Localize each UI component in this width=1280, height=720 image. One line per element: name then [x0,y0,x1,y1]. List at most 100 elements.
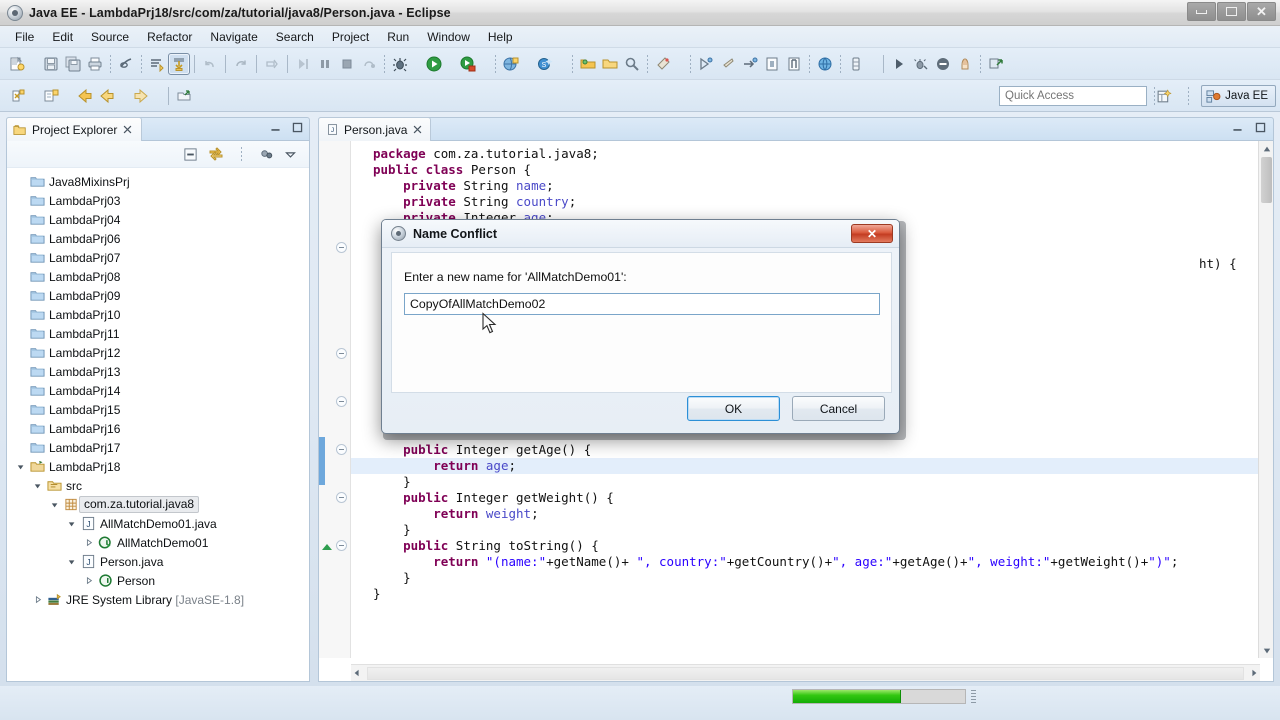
back-dropdown[interactable] [118,85,130,107]
dialog-close-button[interactable]: ✕ [851,224,893,243]
forward-icon[interactable] [888,53,910,75]
tree-twisty[interactable] [32,482,44,490]
debug-dropdown[interactable] [411,53,423,75]
tree-item[interactable]: LambdaPrj17 [7,438,309,457]
menu-refactor[interactable]: Refactor [138,28,201,46]
scroll-up-icon[interactable] [1259,141,1273,156]
save-icon[interactable] [40,53,62,75]
scroll-left-icon[interactable] [353,669,361,677]
tree-item[interactable]: LambdaPrj12 [7,343,309,362]
code-line[interactable]: return age; [351,458,1273,474]
previous-edit-location-icon[interactable] [717,53,739,75]
tree-twisty[interactable] [83,538,95,547]
toggle-mark-occurrences-icon[interactable] [115,53,137,75]
menu-window[interactable]: Window [418,28,479,46]
forward-dropdown[interactable] [152,85,164,107]
editor-code-bottom[interactable]: public Integer getAge() { return age; } … [351,437,1273,617]
open-task-icon[interactable] [146,53,168,75]
tab-person-java[interactable]: J Person.java [318,117,432,141]
debug-icon[interactable] [389,53,411,75]
code-line[interactable]: public String toString() { [351,538,1273,554]
fold-marker[interactable] [336,540,347,551]
tree-item[interactable]: LambdaPrj13 [7,362,309,381]
perspective-java-ee-button[interactable]: Java EE [1201,85,1276,107]
run-dropdown[interactable] [445,53,457,75]
code-line[interactable]: return weight; [351,506,1273,522]
scroll-thumb[interactable] [1261,157,1272,203]
build-icon[interactable] [261,53,283,75]
new-java-project-icon[interactable] [500,53,522,75]
tree-item[interactable]: LambdaPrj04 [7,210,309,229]
fold-marker[interactable] [336,348,347,359]
menu-edit[interactable]: Edit [43,28,82,46]
focus-on-active-task-icon[interactable] [259,147,274,162]
back-icon[interactable] [96,85,118,107]
collapse-arrow-icon[interactable] [322,544,332,550]
link-icon[interactable] [985,53,1007,75]
project-tree[interactable]: Java8MixinsPrj LambdaPrj03 LambdaPrj04 Lamb… [7,168,309,680]
tree-item[interactable]: JRE System Library [JavaSE-1.8] [7,590,309,609]
show-whitespace-icon[interactable] [783,53,805,75]
tree-item[interactable]: Java8MixinsPrj [7,172,309,191]
menu-source[interactable]: Source [82,28,138,46]
open-folder-icon[interactable] [599,53,621,75]
open-declaration-icon[interactable] [173,85,195,107]
redo-icon[interactable] [230,53,252,75]
skip-breakpoints-icon[interactable] [168,52,190,75]
minimize-view-icon[interactable] [269,121,282,134]
new-class-icon[interactable]: S [534,53,556,75]
tree-item[interactable]: LambdaPrj18 [7,457,309,476]
save-all-icon[interactable] [62,53,84,75]
menu-file[interactable]: File [6,28,43,46]
open-type-icon[interactable] [577,53,599,75]
link-with-editor-icon[interactable] [208,146,224,162]
new-package-icon[interactable] [40,85,62,107]
editor-gutter[interactable] [319,141,351,658]
code-line[interactable]: private String name; [351,178,1273,194]
forward-nav-icon[interactable] [130,85,152,107]
maximize-view-icon[interactable] [291,121,304,134]
tab-project-explorer[interactable]: Project Explorer [6,117,143,141]
tree-twisty[interactable] [32,595,44,604]
fold-marker[interactable] [336,396,347,407]
new-java-project-dropdown[interactable] [522,53,534,75]
tree-item[interactable]: Person [7,571,309,590]
tree-item[interactable]: LambdaPrj16 [7,419,309,438]
tree-item[interactable]: com.za.tutorial.java8 [7,495,309,514]
open-web-browser-icon[interactable] [814,53,836,75]
tree-twisty[interactable] [66,520,78,528]
search-icon[interactable] [621,53,643,75]
print-icon[interactable] [84,53,106,75]
new-annotation-dropdown[interactable] [28,85,40,107]
view-menu-icon[interactable] [284,148,297,161]
code-line[interactable]: public class Person { [351,162,1273,178]
menu-navigate[interactable]: Navigate [201,28,266,46]
tree-item[interactable]: LambdaPrj15 [7,400,309,419]
tree-item[interactable]: LambdaPrj06 [7,229,309,248]
last-edit-location-icon[interactable] [739,53,761,75]
menu-run[interactable]: Run [378,28,418,46]
open-perspective-button[interactable] [1152,85,1176,107]
fold-marker[interactable] [336,242,347,253]
tree-item[interactable]: src [7,476,309,495]
next-edit-location-icon[interactable] [695,53,717,75]
new-class-dropdown[interactable] [556,53,568,75]
code-line[interactable]: } [351,474,1273,490]
tree-twisty[interactable] [49,501,61,509]
code-line[interactable]: public Integer getAge() { [351,442,1273,458]
tree-twisty[interactable] [15,463,27,471]
run-icon[interactable] [423,53,445,75]
close-icon[interactable] [412,124,423,135]
scroll-right-icon[interactable] [1250,669,1258,677]
close-button[interactable]: ✕ [1247,2,1276,21]
terminate-icon[interactable] [336,53,358,75]
toggle-block-selection-icon[interactable] [761,53,783,75]
tree-item[interactable]: LambdaPrj03 [7,191,309,210]
tree-item[interactable]: LambdaPrj07 [7,248,309,267]
pause-icon[interactable] [314,53,336,75]
open-perspective-icon[interactable] [845,53,867,75]
external-tools-icon[interactable] [652,53,674,75]
scroll-track[interactable] [367,667,1244,680]
pin-icon[interactable] [954,53,976,75]
tree-item[interactable]: J AllMatchDemo01.java [7,514,309,533]
